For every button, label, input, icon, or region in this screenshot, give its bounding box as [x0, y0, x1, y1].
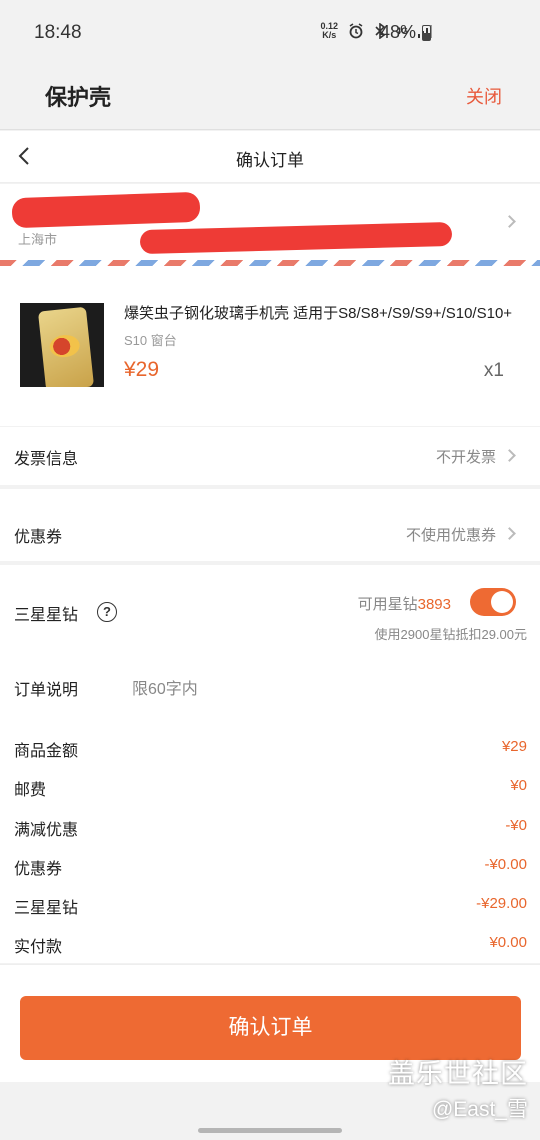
app-bar: 保护壳 关闭 [0, 66, 540, 130]
home-indicator[interactable] [198, 1128, 342, 1133]
net-speed-indicator: 0.12 K/s [320, 21, 338, 40]
invoice-row[interactable]: 发票信息 不开发票 [0, 427, 540, 485]
stars-toggle[interactable] [470, 588, 516, 616]
close-button[interactable]: 关闭 [466, 83, 502, 109]
summary-row: 三星星钻 -¥29.00 [14, 895, 527, 917]
confirm-order-button[interactable]: 确认订单 [20, 996, 521, 1060]
watermark-author: @East_雪 [431, 1098, 528, 1121]
stars-deduction-note: 使用2900星钻抵扣29.00元 [374, 627, 527, 642]
coupon-label: 优惠券 [14, 529, 63, 546]
page-title: 确认订单 [236, 151, 304, 170]
status-time: 18:48 [34, 22, 82, 43]
battery-icon [422, 25, 431, 41]
available-stars: 可用星钻3893 [357, 596, 451, 613]
product-price: ¥29 [124, 358, 160, 381]
battery-percent: 48% [380, 22, 417, 42]
help-icon[interactable]: ? [97, 602, 117, 622]
alarm-icon [349, 23, 363, 39]
chevron-right-icon [503, 215, 516, 228]
summary-row: 满减优惠 -¥0 [14, 817, 527, 839]
page-header: 确认订单 [0, 131, 540, 183]
address-line: 上海市 [18, 232, 58, 247]
summary-row: 优惠券 -¥0.00 [14, 856, 527, 878]
toggle-knob [491, 591, 513, 613]
product-thumbnail[interactable] [20, 303, 104, 387]
chevron-right-icon [503, 449, 516, 462]
app-title: 保护壳 [45, 85, 112, 110]
summary-row: 邮费 ¥0 [14, 777, 527, 799]
order-note-label: 订单说明 [14, 682, 79, 699]
coupon-row[interactable]: 优惠券 不使用优惠券 [0, 489, 540, 561]
order-note-input[interactable]: 限60字内 [132, 675, 198, 699]
invoice-value: 不开发票 [435, 449, 496, 466]
watermark-community: 盖乐世社区 [388, 1059, 528, 1089]
product-spec: S10 窗台 [124, 333, 177, 348]
invoice-label: 发票信息 [14, 451, 79, 468]
product-title: 爆笑虫子钢化玻璃手机壳 适用于S8/S8+/S9/S9+/S10/S10+ [124, 305, 513, 322]
available-stars-count: 3893 [417, 596, 451, 613]
product-item: 爆笑虫子钢化玻璃手机壳 适用于S8/S8+/S9/S9+/S10/S10+ S1… [0, 266, 540, 426]
phone-case-image [37, 306, 95, 387]
chevron-right-icon [503, 527, 516, 540]
product-quantity: x1 [483, 360, 504, 381]
coupon-value: 不使用优惠券 [405, 527, 496, 544]
stars-label: 三星星钻 [14, 607, 79, 624]
summary-row: 商品金额 ¥29 [14, 738, 527, 760]
status-bar: 18:48 0.12 K/s 4G 48% [0, 0, 540, 66]
